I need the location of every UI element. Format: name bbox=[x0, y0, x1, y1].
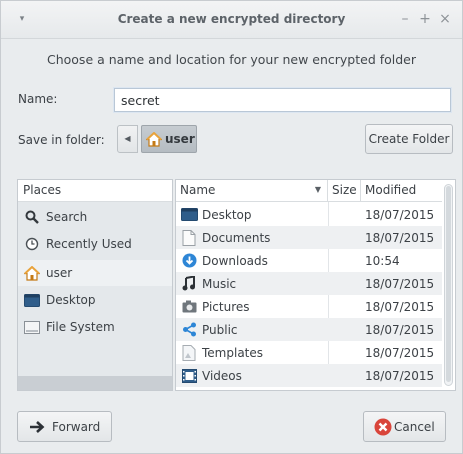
place-item-user[interactable]: user bbox=[18, 260, 172, 286]
name-label: Name: bbox=[18, 92, 58, 106]
file-modified: 18/07/2015 bbox=[365, 345, 435, 360]
forward-label: Forward bbox=[52, 419, 101, 434]
place-item-label: Search bbox=[46, 210, 88, 224]
place-item-search[interactable]: Search bbox=[18, 204, 172, 230]
place-item-label: Desktop bbox=[46, 293, 96, 307]
file-name: Pictures bbox=[202, 299, 250, 314]
title-bar: ▾ Create a new encrypted directory – + × bbox=[1, 1, 462, 39]
home-icon bbox=[23, 265, 41, 281]
arrow-right-icon bbox=[30, 420, 46, 433]
file-modified: 18/07/2015 bbox=[365, 368, 435, 383]
file-row[interactable]: Desktop 18/07/2015 bbox=[176, 203, 442, 226]
left-arrow-icon: ◀ bbox=[124, 134, 131, 143]
desktop-icon bbox=[23, 292, 41, 308]
file-name: Downloads bbox=[202, 253, 268, 268]
place-item-desktop[interactable]: Desktop bbox=[18, 287, 172, 313]
maximize-button[interactable]: + bbox=[417, 10, 433, 28]
file-modified: 18/07/2015 bbox=[365, 299, 435, 314]
dialog-window: ▾ Create a new encrypted directory – + ×… bbox=[0, 0, 463, 454]
file-modified: 18/07/2015 bbox=[365, 207, 435, 222]
file-name: Public bbox=[202, 322, 238, 337]
cancel-button[interactable]: Cancel bbox=[363, 411, 446, 442]
file-modified: 10:54 bbox=[365, 253, 400, 268]
file-name: Templates bbox=[202, 345, 264, 360]
place-item-label: File System bbox=[46, 320, 115, 334]
file-row[interactable]: Templates 18/07/2015 bbox=[176, 341, 442, 364]
file-row[interactable]: Downloads 10:54 bbox=[176, 249, 442, 272]
dialog-subtitle: Choose a name and location for your new … bbox=[46, 52, 417, 67]
place-item-recently-used[interactable]: Recently Used bbox=[18, 231, 172, 257]
path-user-button[interactable]: user bbox=[141, 125, 197, 153]
file-row[interactable]: Public 18/07/2015 bbox=[176, 318, 442, 341]
minimize-button[interactable]: – bbox=[397, 10, 413, 28]
file-name: Videos bbox=[202, 368, 242, 383]
close-button[interactable]: × bbox=[437, 10, 453, 28]
file-row[interactable]: Videos 18/07/2015 bbox=[176, 364, 442, 387]
scrollbar-thumb[interactable] bbox=[446, 186, 451, 382]
file-modified: 18/07/2015 bbox=[365, 230, 435, 245]
templates-folder-icon bbox=[180, 344, 198, 361]
place-item-label: Recently Used bbox=[46, 237, 132, 251]
path-back-button[interactable]: ◀ bbox=[117, 125, 138, 153]
public-folder-icon bbox=[180, 322, 198, 338]
desktop-folder-icon bbox=[180, 207, 198, 223]
drive-icon bbox=[23, 319, 41, 335]
places-header[interactable]: Places bbox=[18, 180, 172, 202]
cancel-label: Cancel bbox=[394, 419, 435, 434]
file-list-panel: Name ▼ Size Modified Desktop 18/07/2015 … bbox=[175, 179, 456, 391]
pictures-folder-icon bbox=[180, 299, 198, 315]
place-item-label: user bbox=[46, 266, 73, 280]
cancel-icon bbox=[374, 418, 392, 436]
forward-button[interactable]: Forward bbox=[17, 411, 112, 442]
save-in-folder-label: Save in folder: bbox=[18, 133, 105, 147]
name-input[interactable] bbox=[114, 88, 451, 112]
places-footer-bar bbox=[18, 376, 172, 390]
search-icon bbox=[23, 209, 41, 225]
videos-folder-icon bbox=[180, 368, 198, 384]
sort-down-icon: ▼ bbox=[314, 185, 321, 194]
places-panel: Places Search Recently Used user Desktop… bbox=[17, 179, 173, 391]
file-row[interactable]: Pictures 18/07/2015 bbox=[176, 295, 442, 318]
window-menu-icon[interactable]: ▾ bbox=[15, 12, 29, 26]
window-title: Create a new encrypted directory bbox=[117, 12, 346, 26]
file-row[interactable]: Documents 18/07/2015 bbox=[176, 226, 442, 249]
column-header-size[interactable]: Size bbox=[328, 180, 361, 202]
file-modified: 18/07/2015 bbox=[365, 276, 435, 291]
download-folder-icon bbox=[180, 253, 198, 269]
clock-icon bbox=[23, 236, 41, 252]
file-name: Desktop bbox=[202, 207, 252, 222]
file-name: Documents bbox=[202, 230, 271, 245]
file-modified: 18/07/2015 bbox=[365, 322, 435, 337]
music-folder-icon bbox=[180, 276, 198, 292]
create-folder-button[interactable]: Create Folder bbox=[365, 124, 453, 154]
path-user-label: user bbox=[165, 132, 195, 146]
file-row[interactable]: Music 18/07/2015 bbox=[176, 272, 442, 295]
home-icon bbox=[146, 131, 162, 147]
column-name-label: Name bbox=[180, 183, 216, 197]
file-name: Music bbox=[202, 276, 237, 291]
place-item-file-system[interactable]: File System bbox=[18, 314, 172, 340]
file-list-scrollbar[interactable] bbox=[444, 184, 453, 386]
column-header-modified[interactable]: Modified bbox=[361, 180, 442, 202]
document-folder-icon bbox=[180, 229, 198, 246]
column-header-name[interactable]: Name ▼ bbox=[176, 180, 328, 202]
